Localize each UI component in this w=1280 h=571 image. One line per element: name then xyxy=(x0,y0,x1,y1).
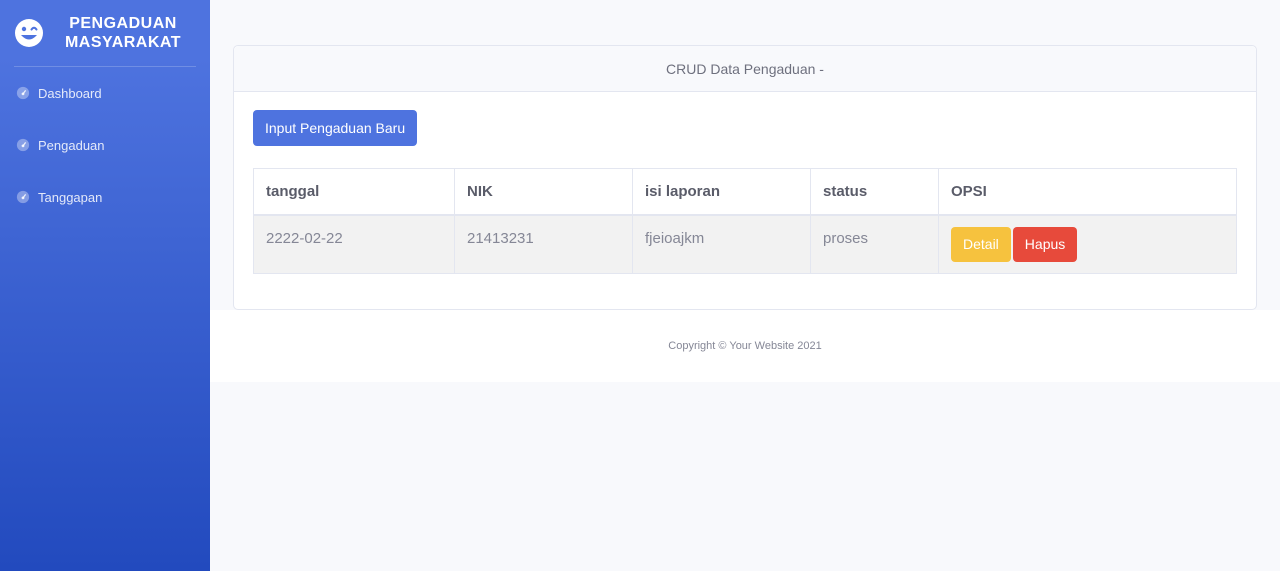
brand-line-1: PENGADUAN xyxy=(69,15,177,32)
table-row: 2222-02-22 21413231 fjeioajkm proses Det… xyxy=(253,214,1237,274)
sidebar-item-tanggapan[interactable]: Tanggapan xyxy=(0,171,210,223)
sidebar-item-dashboard[interactable]: Dashboard xyxy=(0,67,210,119)
sidebar-item-label: Tanggapan xyxy=(38,189,103,205)
card-header: CRUD Data Pengaduan - xyxy=(234,46,1256,92)
copyright-text: Copyright © Your Website 2021 xyxy=(668,340,822,352)
cell-isi-laporan: fjeioajkm xyxy=(632,214,811,274)
brand-title: PENGADUAN MASYARAKAT xyxy=(63,14,183,52)
column-header-isi-laporan: isi laporan xyxy=(632,168,811,216)
main-content: CRUD Data Pengaduan - Input Pengaduan Ba… xyxy=(210,0,1280,571)
cell-nik: 21413231 xyxy=(454,214,633,274)
sidebar: PENGADUAN MASYARAKAT Dashboard Pengaduan xyxy=(0,0,210,571)
brand-line-2: MASYARAKAT xyxy=(64,34,182,51)
input-pengaduan-baru-button[interactable]: Input Pengaduan Baru xyxy=(253,110,418,146)
column-header-nik: NIK xyxy=(454,168,633,216)
footer: Copyright © Your Website 2021 xyxy=(210,310,1280,382)
cell-tanggal: 2222-02-22 xyxy=(253,214,455,274)
pengaduan-table: tanggal NIK isi laporan status OPSI 2222… xyxy=(253,168,1237,274)
sidebar-item-label: Pengaduan xyxy=(38,137,105,153)
column-header-opsi: OPSI xyxy=(938,168,1237,216)
tachometer-icon xyxy=(16,86,30,100)
cell-opsi: Detail Hapus xyxy=(938,214,1237,274)
detail-button[interactable]: Detail xyxy=(951,226,1011,262)
sidebar-item-label: Dashboard xyxy=(38,85,102,101)
cell-status: proses xyxy=(810,214,939,274)
column-header-status: status xyxy=(810,168,939,216)
card-body: Input Pengaduan Baru tanggal NIK isi lap… xyxy=(234,92,1256,274)
column-header-tanggal: tanggal xyxy=(253,168,455,216)
tachometer-icon xyxy=(16,190,30,204)
sidebar-nav: Dashboard Pengaduan Tanggapan xyxy=(0,67,210,223)
laugh-wink-icon xyxy=(15,19,43,47)
hapus-button[interactable]: Hapus xyxy=(1012,226,1078,262)
sidebar-item-pengaduan[interactable]: Pengaduan xyxy=(0,119,210,171)
pengaduan-card: CRUD Data Pengaduan - Input Pengaduan Ba… xyxy=(233,45,1257,310)
tachometer-icon xyxy=(16,138,30,152)
table-header-row: tanggal NIK isi laporan status OPSI xyxy=(253,168,1237,216)
sidebar-brand[interactable]: PENGADUAN MASYARAKAT xyxy=(0,0,210,66)
